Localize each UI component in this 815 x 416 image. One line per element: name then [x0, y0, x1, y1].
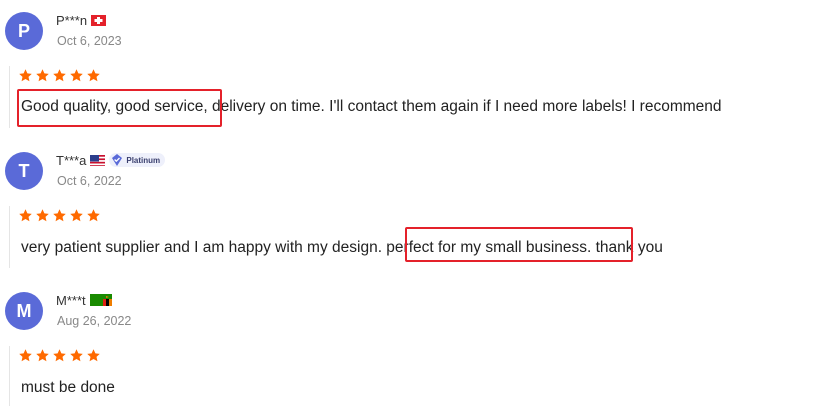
- star-icon: [36, 69, 49, 82]
- star-rating: [18, 208, 101, 223]
- star-icon: [19, 69, 32, 82]
- review-date: Oct 6, 2022: [57, 174, 122, 188]
- star-icon: [19, 209, 32, 222]
- star-icon: [87, 349, 100, 362]
- reviewer-name: P***n: [56, 12, 88, 28]
- star-icon: [87, 69, 100, 82]
- badge-label: Platinum: [126, 155, 161, 165]
- reviewer-name: T***a: [56, 152, 87, 168]
- star-icon: [36, 209, 49, 222]
- avatar: M: [5, 292, 43, 330]
- review-text: must be done: [21, 379, 115, 396]
- divider: [9, 206, 10, 268]
- divider: [9, 66, 10, 128]
- switzerland-flag-icon: [91, 14, 107, 26]
- star-icon: [70, 349, 83, 362]
- star-icon: [19, 349, 32, 362]
- avatar: T: [5, 152, 43, 190]
- divider: [9, 346, 10, 406]
- review-date: Oct 6, 2023: [57, 34, 122, 48]
- star-icon: [36, 349, 49, 362]
- star-icon: [87, 209, 100, 222]
- star-icon: [70, 209, 83, 222]
- zambia-flag-icon: [89, 294, 112, 306]
- reviewer-name: M***t: [56, 292, 86, 308]
- highlight-box: [405, 227, 633, 262]
- highlight-box: [17, 89, 222, 127]
- platinum-badge: Platinum: [109, 153, 166, 167]
- star-icon: [53, 69, 66, 82]
- usa-flag-icon: [90, 154, 106, 166]
- star-icon: [53, 349, 66, 362]
- star-icon: [70, 69, 83, 82]
- star-icon: [53, 209, 66, 222]
- star-rating: [18, 68, 101, 83]
- review-date: Aug 26, 2022: [57, 314, 132, 328]
- verified-diamond-icon: [112, 154, 123, 166]
- avatar: P: [5, 12, 43, 50]
- star-rating: [18, 348, 101, 363]
